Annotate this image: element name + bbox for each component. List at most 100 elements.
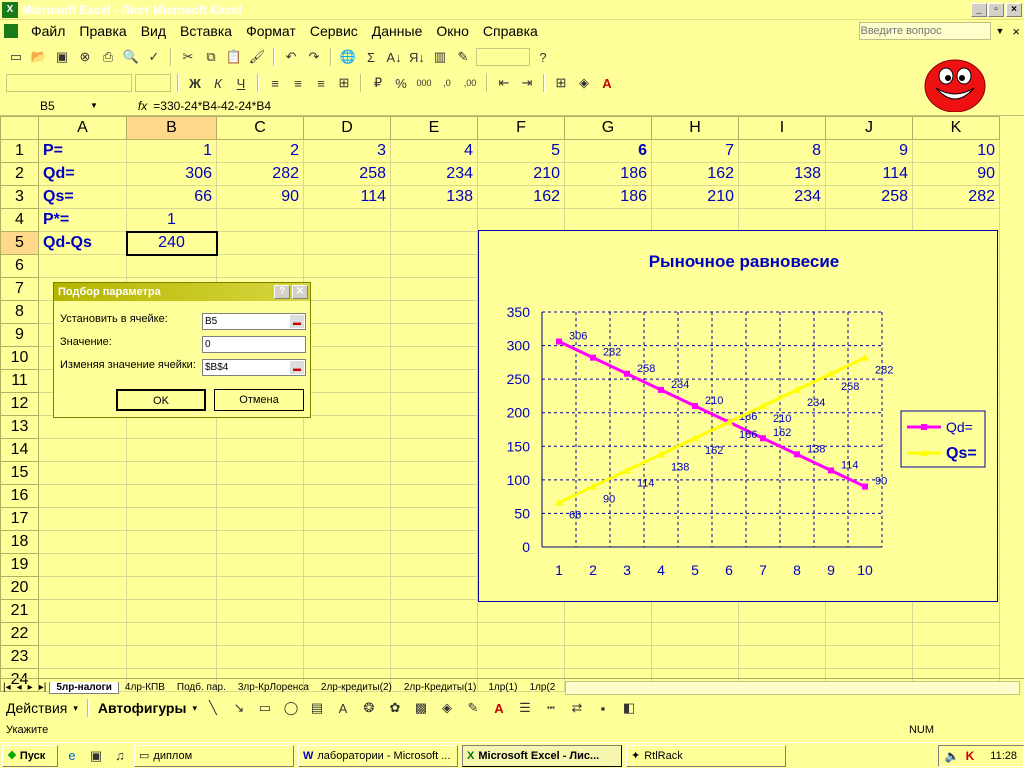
close-button[interactable]: × bbox=[1006, 2, 1022, 17]
cell-b14[interactable] bbox=[126, 438, 217, 462]
hyperlink-icon[interactable]: 🌐 bbox=[338, 47, 358, 67]
cell-k2[interactable]: 90 bbox=[912, 162, 1000, 186]
align-center-icon[interactable]: ≡ bbox=[288, 73, 308, 93]
cell-f4[interactable] bbox=[477, 208, 565, 232]
cell-d6[interactable] bbox=[303, 254, 391, 278]
cell-b23[interactable] bbox=[126, 645, 217, 669]
cell-e15[interactable] bbox=[390, 461, 478, 485]
cell-h2[interactable]: 162 bbox=[651, 162, 739, 186]
column-header-k[interactable]: K bbox=[912, 116, 1000, 140]
cell-b21[interactable] bbox=[126, 599, 217, 623]
cut-icon[interactable]: ✂ bbox=[178, 47, 198, 67]
cell-h1[interactable]: 7 bbox=[651, 139, 739, 163]
cell-h23[interactable] bbox=[651, 645, 739, 669]
cell-k3[interactable]: 282 bbox=[912, 185, 1000, 209]
cell-e1[interactable]: 4 bbox=[390, 139, 478, 163]
cell-f3[interactable]: 162 bbox=[477, 185, 565, 209]
cell-i3[interactable]: 234 bbox=[738, 185, 826, 209]
autosum-icon[interactable]: Σ bbox=[361, 47, 381, 67]
column-header-h[interactable]: H bbox=[651, 116, 739, 140]
formula-input[interactable]: =330-24*B4-42-24*B4 bbox=[153, 99, 271, 113]
decrease-indent-icon[interactable]: ⇤ bbox=[494, 73, 514, 93]
chart-area[interactable]: Рыночное равновесие 0 50 100 150 200 250 300 350… bbox=[478, 230, 998, 602]
value-field[interactable]: 0 bbox=[202, 336, 306, 353]
tab-next-icon[interactable]: ▸ bbox=[25, 682, 36, 693]
cell-g4[interactable] bbox=[564, 208, 652, 232]
cell-d8[interactable] bbox=[303, 300, 391, 324]
save-icon[interactable]: ▣ bbox=[52, 47, 72, 67]
cell-j3[interactable]: 258 bbox=[825, 185, 913, 209]
cell-g3[interactable]: 186 bbox=[564, 185, 652, 209]
cell-d19[interactable] bbox=[303, 553, 391, 577]
cell-c5[interactable] bbox=[216, 231, 304, 255]
cell-b5[interactable]: 240 bbox=[125, 230, 218, 256]
tab-1lr-1[interactable]: 1лр(1) bbox=[482, 682, 523, 693]
cell-e23[interactable] bbox=[390, 645, 478, 669]
cell-e14[interactable] bbox=[390, 438, 478, 462]
row-header[interactable]: 13 bbox=[0, 415, 39, 439]
tab-1lr-2[interactable]: 1лр(2 bbox=[524, 682, 562, 693]
3d-icon[interactable]: ◧ bbox=[619, 698, 639, 718]
cell-c6[interactable] bbox=[216, 254, 304, 278]
zoom-combo[interactable] bbox=[476, 48, 530, 66]
cancel-button[interactable]: Отмена bbox=[214, 389, 304, 411]
collapse-dialog-icon[interactable]: ▬ bbox=[290, 361, 304, 374]
row-header[interactable]: 6 bbox=[0, 254, 39, 278]
row-header[interactable]: 4 bbox=[0, 208, 39, 232]
name-box[interactable]: B5 bbox=[0, 99, 90, 113]
task-excel[interactable]: X Microsoft Excel - Лис... bbox=[462, 744, 622, 767]
cell-b22[interactable] bbox=[126, 622, 217, 646]
row-header[interactable]: 20 bbox=[0, 576, 39, 600]
wordart-icon[interactable]: A bbox=[333, 698, 353, 718]
cell-b3[interactable]: 66 bbox=[126, 185, 217, 209]
ok-button[interactable]: OK bbox=[116, 389, 206, 411]
help-question-input[interactable] bbox=[859, 22, 992, 40]
cell-i2[interactable]: 138 bbox=[738, 162, 826, 186]
cell-f23[interactable] bbox=[477, 645, 565, 669]
cell-f22[interactable] bbox=[477, 622, 565, 646]
cell-f2[interactable]: 210 bbox=[477, 162, 565, 186]
cell-k4[interactable] bbox=[912, 208, 1000, 232]
cell-a16[interactable] bbox=[38, 484, 127, 508]
cell-d2[interactable]: 258 bbox=[303, 162, 391, 186]
cell-g22[interactable] bbox=[564, 622, 652, 646]
dash-style-icon[interactable]: ┅ bbox=[541, 698, 561, 718]
task-rtlrack[interactable]: ✦ RtlRack bbox=[626, 744, 786, 767]
row-header[interactable]: 22 bbox=[0, 622, 39, 646]
cell-e12[interactable] bbox=[390, 392, 478, 416]
menu-insert[interactable]: Вставка bbox=[173, 23, 239, 39]
cell-d17[interactable] bbox=[303, 507, 391, 531]
task-word[interactable]: W лаборатории - Microsoft ... bbox=[298, 744, 458, 767]
cell-d1[interactable]: 3 bbox=[303, 139, 391, 163]
menu-edit[interactable]: Правка bbox=[72, 23, 133, 39]
cell-e18[interactable] bbox=[390, 530, 478, 554]
permission-icon[interactable]: ⊗ bbox=[75, 47, 95, 67]
cell-k23[interactable] bbox=[912, 645, 1000, 669]
cell-i1[interactable]: 8 bbox=[738, 139, 826, 163]
tab-4lr-kpv[interactable]: 4лр-КПВ bbox=[119, 682, 171, 693]
undo-icon[interactable]: ↶ bbox=[281, 47, 301, 67]
help-icon[interactable]: ? bbox=[533, 47, 553, 67]
line-icon[interactable]: ╲ bbox=[203, 698, 223, 718]
cell-c4[interactable] bbox=[216, 208, 304, 232]
cell-c18[interactable] bbox=[216, 530, 304, 554]
horizontal-scrollbar[interactable] bbox=[565, 680, 1020, 695]
cell-f1[interactable]: 5 bbox=[477, 139, 565, 163]
cell-e22[interactable] bbox=[390, 622, 478, 646]
copy-icon[interactable]: ⧉ bbox=[201, 47, 221, 67]
font-name-combo[interactable] bbox=[6, 74, 132, 92]
sort-ascending-icon[interactable]: A↓ bbox=[384, 47, 404, 67]
cell-a22[interactable] bbox=[38, 622, 127, 646]
cell-d22[interactable] bbox=[303, 622, 391, 646]
cell-b4[interactable]: 1 bbox=[126, 208, 217, 232]
menu-view[interactable]: Вид bbox=[134, 23, 173, 39]
cell-e7[interactable] bbox=[390, 277, 478, 301]
cell-i4[interactable] bbox=[738, 208, 826, 232]
cell-j22[interactable] bbox=[825, 622, 913, 646]
cell-e4[interactable] bbox=[390, 208, 478, 232]
textbox-icon[interactable]: ▤ bbox=[307, 698, 327, 718]
tab-first-icon[interactable]: |◂ bbox=[0, 682, 14, 693]
cell-e6[interactable] bbox=[390, 254, 478, 278]
percent-icon[interactable]: % bbox=[391, 73, 411, 93]
help-dropdown-arrow-icon[interactable]: ▼ bbox=[995, 26, 1004, 36]
